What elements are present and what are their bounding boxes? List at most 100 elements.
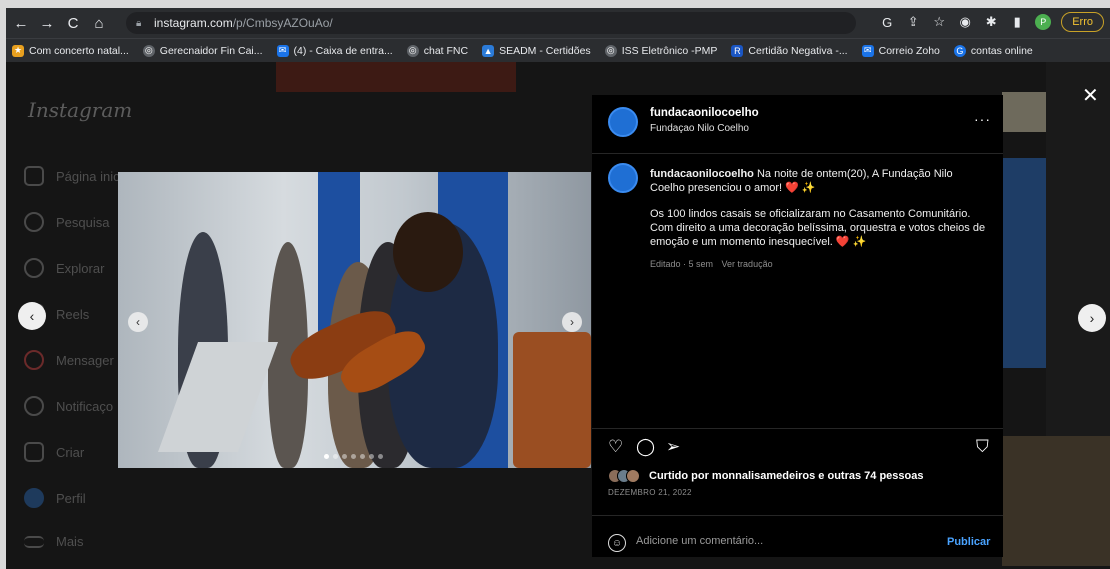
caption-meta: Editado · 5 sem Ver tradução <box>650 259 779 269</box>
google-icon[interactable]: G <box>879 14 895 30</box>
address-bar[interactable]: 🔒︎ instagram.com/p/CmbsyAZOuAo/ <box>126 12 856 34</box>
divider <box>592 153 1003 154</box>
background-image <box>1002 158 1046 368</box>
r-icon: R <box>731 44 744 57</box>
bookmark-item[interactable]: Gcontas online <box>953 44 1033 57</box>
sidebar-item-more[interactable]: Mais <box>24 534 83 549</box>
home-icon[interactable]: ⌂ <box>88 12 110 34</box>
extension-camera-icon[interactable]: ◉ <box>957 14 973 30</box>
share-icon[interactable]: ⇪ <box>905 14 921 30</box>
photo-next-arrow-icon[interactable]: › <box>562 312 582 332</box>
comment-icon[interactable]: ◯ <box>636 437 655 457</box>
bookmark-item[interactable]: ◎ ISS Eletrônico -PMP <box>604 44 717 57</box>
background-image <box>1002 436 1110 566</box>
browser-toolbar: ← → C ⌂ 🔒︎ instagram.com/p/CmbsyAZOuAo/ … <box>6 8 1110 38</box>
bookmark-item[interactable]: ✉ (4) - Caixa de entra... <box>276 44 393 57</box>
close-icon[interactable]: ✕ <box>1082 83 1099 108</box>
menu-icon <box>24 535 44 548</box>
modal-prev-arrow-icon[interactable]: ‹ <box>18 302 46 330</box>
likes-summary[interactable]: Curtido por monnalisamedeiros e outras 7… <box>608 469 923 483</box>
background-image <box>276 62 516 92</box>
back-arrow-icon[interactable]: ← <box>10 12 32 34</box>
background-image <box>1046 62 1110 436</box>
comment-input[interactable] <box>636 535 916 547</box>
photo-violinist-hair <box>393 212 463 292</box>
sidebar-item-explore[interactable]: Explorar <box>24 258 104 278</box>
photo-chair <box>513 332 591 468</box>
mail-icon: ✉ <box>861 44 874 57</box>
carousel-dot <box>324 454 329 459</box>
edited-label: Editado · 5 sem <box>650 259 714 269</box>
publish-button[interactable]: Publicar <box>947 536 990 548</box>
carousel-dot <box>342 454 347 459</box>
browser-window: ← → C ⌂ 🔒︎ instagram.com/p/CmbsyAZOuAo/ … <box>6 8 1110 569</box>
sidebar-item-home[interactable]: Página inic <box>24 166 120 186</box>
bookmark-item[interactable]: ✉ Correio Zoho <box>861 44 940 57</box>
side-panel-icon[interactable]: ▮ <box>1009 14 1025 30</box>
compass-icon <box>24 258 44 278</box>
bookmarks-bar: ★ Com concerto natal... ◎ Gerecnaidor Fin … <box>6 38 1110 62</box>
google-icon: G <box>953 44 966 57</box>
divider <box>592 515 1003 516</box>
modal-next-arrow-icon[interactable]: › <box>1078 304 1106 332</box>
carousel-dot <box>360 454 365 459</box>
bookmark-item[interactable]: ▲ SEADM - Certidões <box>482 44 591 57</box>
avatar[interactable] <box>608 107 638 137</box>
emoji-icon[interactable]: ☺ <box>608 534 626 552</box>
background-image <box>1002 92 1046 132</box>
sidebar-item-create[interactable]: Criar <box>24 442 84 462</box>
carousel-dot <box>351 454 356 459</box>
bookmark-item[interactable]: ◎ Gerecnaidor Fin Cai... <box>142 44 263 57</box>
bookmark-star-icon[interactable]: ☆ <box>931 14 947 30</box>
more-options-icon[interactable]: ··· <box>974 111 991 127</box>
avatar[interactable] <box>608 163 638 193</box>
post-subtitle[interactable]: Fundaçao Nilo Coelho <box>650 123 749 134</box>
plus-square-icon <box>24 442 44 462</box>
extensions-puzzle-icon[interactable]: ✱ <box>983 14 999 30</box>
post-caption: fundacaonilocoelho Na noite de ontem(20)… <box>650 167 990 261</box>
photo-prev-arrow-icon[interactable]: ‹ <box>128 312 148 332</box>
globe-icon: ◎ <box>406 44 419 57</box>
reload-icon[interactable]: C <box>62 12 84 34</box>
url-path: /p/CmbsyAZOuAo/ <box>232 16 333 30</box>
sidebar-item-notifications[interactable]: Notificaço <box>24 396 113 416</box>
post-username[interactable]: fundacaonilocoelho <box>650 107 759 119</box>
toolbar-right: G ⇪ ☆ ◉ ✱ ▮ P Erro <box>879 12 1104 32</box>
home-icon <box>24 166 44 186</box>
mail-icon: ✉ <box>276 44 289 57</box>
avatar <box>24 488 44 508</box>
carousel-dot <box>333 454 338 459</box>
forward-arrow-icon[interactable]: → <box>36 12 58 34</box>
carousel-dot <box>378 454 383 459</box>
see-translation-link[interactable]: Ver tradução <box>722 259 773 269</box>
bookmark-item[interactable]: R Certidão Negativa -... <box>731 44 848 57</box>
likes-text: Curtido por monnalisamedeiros e outras 7… <box>649 470 924 482</box>
search-icon <box>24 212 44 232</box>
caption-text: Os 100 lindos casais se oficializaram no… <box>650 208 986 248</box>
url-host: instagram.com <box>154 16 233 30</box>
save-bookmark-icon[interactable]: ⛉ <box>976 437 989 457</box>
bookmark-item[interactable]: ★ Com concerto natal... <box>12 44 129 57</box>
caption-username[interactable]: fundacaonilocoelho <box>650 168 754 180</box>
star-icon: ★ <box>12 44 24 57</box>
avatar <box>626 469 640 483</box>
globe-icon: ◎ <box>604 44 617 57</box>
building-icon: ▲ <box>482 44 495 57</box>
error-button[interactable]: Erro <box>1061 12 1104 32</box>
globe-icon: ◎ <box>142 44 155 57</box>
sidebar-item-search[interactable]: Pesquisa <box>24 212 109 232</box>
post-date: DEZEMBRO 21, 2022 <box>608 488 692 497</box>
like-heart-icon[interactable]: ♡ <box>608 437 623 457</box>
sidebar-item-messages[interactable]: Mensager <box>24 350 114 370</box>
share-send-icon[interactable]: ➢ <box>666 437 680 457</box>
sidebar-item-profile[interactable]: Perfil <box>24 488 86 508</box>
bookmark-item[interactable]: ◎ chat FNC <box>406 44 468 57</box>
post-photo[interactable]: ‹ › <box>118 172 591 468</box>
instagram-logo[interactable]: Instagram <box>28 98 132 122</box>
carousel-dot <box>369 454 374 459</box>
profile-avatar[interactable]: P <box>1035 14 1052 30</box>
heart-icon <box>24 396 44 416</box>
post-details-panel: fundacaonilocoelho Fundaçao Nilo Coelho … <box>592 95 1003 557</box>
carousel-dots <box>324 454 383 459</box>
divider <box>592 428 1003 429</box>
